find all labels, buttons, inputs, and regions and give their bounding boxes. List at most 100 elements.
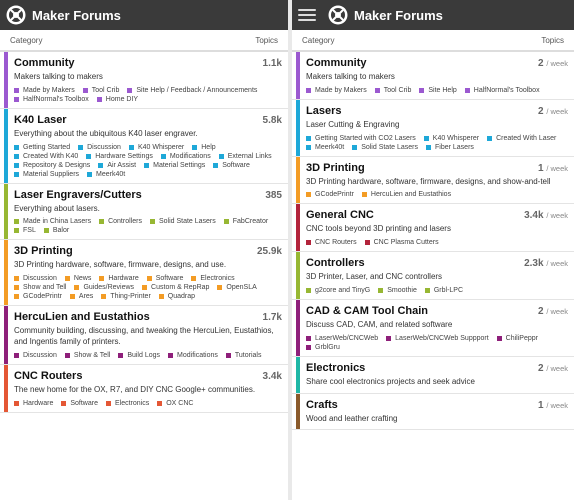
subcategory-link[interactable]: GrblGru [306, 344, 340, 351]
category-row[interactable]: Electronics 2 / week Share cool electronic… [292, 356, 574, 394]
subcategory-link[interactable]: Modifications [168, 352, 218, 359]
category-row[interactable]: HercuLien and Eustathios 1.7k Community bu… [0, 306, 288, 365]
subcategory-link[interactable]: Show & Tell [64, 352, 110, 359]
subcategory-link[interactable]: ChiliPeppr [496, 335, 538, 342]
subcategory-link[interactable]: Discussion [14, 275, 57, 282]
category-row[interactable]: Controllers 2.3k / week 3D Printer, Laser,… [292, 252, 574, 300]
subcategory-link[interactable]: CNC Routers [306, 239, 357, 246]
subcategory-link[interactable]: LaserWeb/CNCWeb [306, 335, 378, 342]
subcategory-link[interactable]: HercuLien and Eustathios [361, 191, 451, 198]
subcategory-link[interactable]: Solid State Lasers [352, 144, 418, 151]
subcategory-link[interactable]: Thing-Printer [101, 293, 151, 300]
subcategory-link[interactable]: Home DIY [96, 96, 138, 103]
subcategory-link[interactable]: Created With K40 [14, 153, 78, 160]
subcategory-link[interactable]: Meerk40t [87, 171, 125, 178]
subcategory-link[interactable]: Build Logs [118, 352, 160, 359]
category-title[interactable]: Community [14, 57, 75, 69]
subcategory-link[interactable]: LaserWeb/CNCWeb Suppport [386, 335, 489, 342]
category-title[interactable]: General CNC [306, 209, 374, 221]
subcategory-link[interactable]: Fiber Lasers [426, 144, 474, 151]
category-title[interactable]: K40 Laser [14, 114, 67, 126]
subcategory-link[interactable]: Air Assist [98, 162, 136, 169]
subcategory-link[interactable]: Ares [69, 293, 93, 300]
subcategory-link[interactable]: Getting Started [14, 144, 70, 151]
subcategory-link[interactable]: K40 Whisperer [423, 135, 479, 142]
subcategory-link[interactable]: Show and Tell [14, 284, 66, 291]
brand-name[interactable]: Maker Forums [32, 8, 121, 23]
subcategory-link[interactable]: HalfNormal's Toolbox [14, 96, 89, 103]
subcategory-link[interactable]: Hardware Settings [86, 153, 153, 160]
subcategory-link[interactable]: Tool Crib [374, 87, 411, 94]
category-title[interactable]: Crafts [306, 399, 338, 411]
category-row[interactable]: 3D Printing 1 / week 3D Printing hardware,… [292, 156, 574, 205]
maker-forums-logo-icon[interactable] [328, 5, 348, 25]
subcategory-link[interactable]: GCodePrintr [14, 293, 62, 300]
subcategory-link[interactable]: Hardware [99, 275, 139, 282]
category-title[interactable]: Lasers [306, 105, 341, 117]
subcategory-link[interactable]: Material Settings [144, 162, 205, 169]
subcategory-link[interactable]: g2core and TinyG [306, 287, 370, 294]
category-row[interactable]: Community 2 / week Makers talking to maker… [292, 52, 574, 100]
subcategory-link[interactable]: Material Suppliers [14, 171, 79, 178]
subcategory-link[interactable]: CNC Plasma Cutters [364, 239, 439, 246]
category-row[interactable]: 3D Printing 25.9k 3D Printing hardware, so… [0, 240, 288, 307]
category-title[interactable]: Electronics [306, 362, 365, 374]
subcategory-link[interactable]: K40 Whisperer [128, 144, 184, 151]
subcategory-link[interactable]: Created With Laser [487, 135, 556, 142]
hamburger-menu-icon[interactable] [298, 9, 316, 21]
category-title[interactable]: HercuLien and Eustathios [14, 311, 150, 323]
brand-name[interactable]: Maker Forums [354, 8, 443, 23]
category-row[interactable]: CAD & CAM Tool Chain 2 / week Discuss CAD,… [292, 299, 574, 357]
subcategory-link[interactable]: Discussion [14, 352, 57, 359]
subcategory-link[interactable]: Hardware [14, 400, 53, 407]
subcategory-link[interactable]: Help [192, 144, 216, 151]
category-title[interactable]: CNC Routers [14, 370, 82, 382]
category-title[interactable]: 3D Printing [14, 245, 73, 257]
subcategory-link[interactable]: Tutorials [225, 352, 261, 359]
subcategory-link[interactable]: OX CNC [157, 400, 193, 407]
subcategory-link[interactable]: Getting Started with CO2 Lasers [306, 135, 416, 142]
subcategory-link[interactable]: Tool Crib [82, 87, 119, 94]
subcategory-link[interactable]: Discussion [78, 144, 121, 151]
category-title[interactable]: Community [306, 57, 367, 69]
subcategory-link[interactable]: Guides/Reviews [74, 284, 134, 291]
subcategory-link[interactable]: Made by Makers [14, 87, 75, 94]
subcategory-link[interactable]: Software [61, 400, 98, 407]
category-title[interactable]: 3D Printing [306, 162, 365, 174]
subcategory-link[interactable]: Smoothie [378, 287, 417, 294]
subcategory-link[interactable]: Electronics [105, 400, 149, 407]
category-title[interactable]: Controllers [306, 257, 365, 269]
category-row[interactable]: General CNC 3.4k / week CNC tools beyond 3… [292, 204, 574, 253]
subcategory-link[interactable]: Quadrap [158, 293, 195, 300]
subcategory-link[interactable]: News [64, 275, 91, 282]
category-row[interactable]: Laser Engravers/Cutters 385 Everything abo… [0, 183, 288, 241]
maker-forums-logo-icon[interactable] [6, 5, 26, 25]
subcategory-link[interactable]: Grbl-LPC [424, 287, 463, 294]
category-row[interactable]: CNC Routers 3.4k The new home for the OX, … [0, 364, 288, 413]
category-row[interactable]: Crafts 1 / week Wood and leather crafting [292, 393, 574, 431]
subcategory-link[interactable]: Custom & RepRap [142, 284, 209, 291]
subcategory-link[interactable]: FSL [14, 227, 36, 234]
category-row[interactable]: Community 1.1k Makers talking to makers Mad… [0, 52, 288, 109]
subcategory-link[interactable]: Software [146, 275, 183, 282]
subcategory-link[interactable]: OpenSLA [217, 284, 257, 291]
subcategory-link[interactable]: Modifications [160, 153, 211, 160]
subcategory-link[interactable]: External Links [218, 153, 272, 160]
subcategory-link[interactable]: Controllers [99, 218, 142, 225]
subcategory-link[interactable]: Made in China Lasers [14, 218, 91, 225]
subcategory-link[interactable]: Site Help / Feedback / Announcements [127, 87, 257, 94]
subcategory-link[interactable]: Solid State Lasers [149, 218, 216, 225]
subcategory-link[interactable]: Balor [43, 227, 69, 234]
subcategory-link[interactable]: GCodePrintr [306, 191, 354, 198]
subcategory-link[interactable]: Made by Makers [306, 87, 367, 94]
subcategory-link[interactable]: Software [213, 162, 250, 169]
category-title[interactable]: CAD & CAM Tool Chain [306, 305, 428, 317]
category-title[interactable]: Laser Engravers/Cutters [14, 189, 142, 201]
subcategory-link[interactable]: Repository & Designs [14, 162, 90, 169]
subcategory-link[interactable]: Site Help [419, 87, 457, 94]
subcategory-link[interactable]: FabCreator [223, 218, 268, 225]
subcategory-link[interactable]: Meerk40t [306, 144, 344, 151]
subcategory-link[interactable]: HalfNormal's Toolbox [464, 87, 540, 94]
category-row[interactable]: Lasers 2 / week Laser Cutting & Engraving G… [292, 99, 574, 157]
category-row[interactable]: K40 Laser 5.8k Everything about the ubiqui… [0, 108, 288, 184]
